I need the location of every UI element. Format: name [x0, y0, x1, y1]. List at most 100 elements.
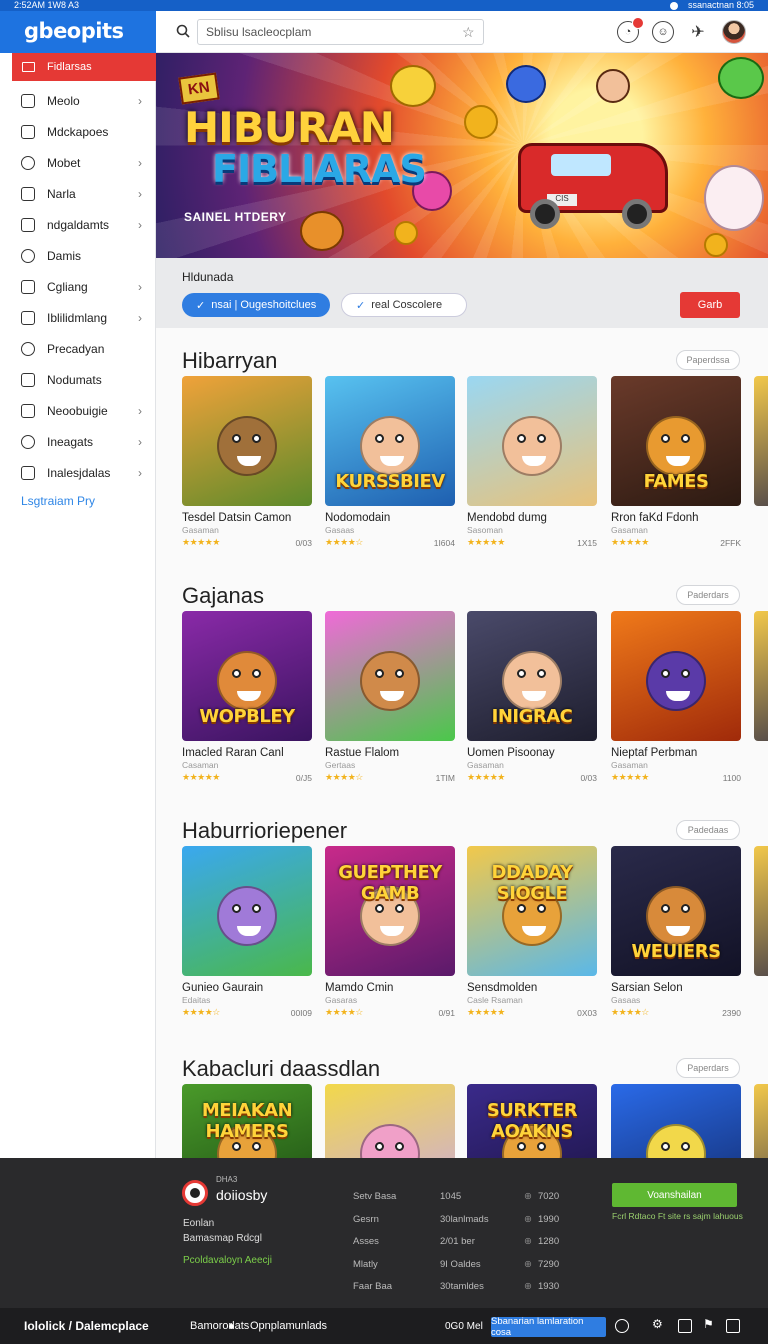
- bottom-link-2[interactable]: Opnplamunlads: [250, 1320, 327, 1332]
- sidebar-item[interactable]: Nodumats: [0, 364, 156, 395]
- game-card-partial[interactable]: [754, 611, 768, 741]
- game-thumbnail[interactable]: [325, 1084, 455, 1158]
- sidebar-item[interactable]: Ineagats ›: [0, 426, 156, 457]
- notifications-icon[interactable]: ◔: [617, 17, 644, 43]
- brand-logo[interactable]: gbeopits: [0, 11, 156, 53]
- sidebar-link[interactable]: Lsgtraiam Pry: [0, 494, 156, 508]
- game-card[interactable]: Gunieo Gaurain Edaitas ★★★★☆ 00I09: [182, 846, 312, 1018]
- section-more-button[interactable]: Paperdars: [676, 1058, 740, 1078]
- footer-column-3: ⊕ 7020 ⊕ 1990 ⊕ 1280 ⊕ 7290 ⊕ 1930: [524, 1186, 559, 1299]
- filter-chip-secondary[interactable]: ✓ real Coscolere: [341, 293, 467, 317]
- bottom-action-button[interactable]: Sbanarian lamlaration cosa: [491, 1316, 606, 1338]
- game-thumbnail[interactable]: [182, 846, 312, 976]
- search-input[interactable]: Sblisu lsacleocplam: [197, 19, 484, 45]
- game-section: Haburrioriepener Padedaas Gunieo Gaurain Ed…: [156, 818, 768, 1028]
- game-card[interactable]: Rastue Flalom Gertaas ★★★★☆ 1TIM: [325, 611, 455, 783]
- game-card[interactable]: SURKTER AOAKNS: [467, 1084, 597, 1158]
- bottom-link-1[interactable]: Bamororlats: [190, 1320, 249, 1332]
- game-card[interactable]: KURSSBIEV Nodomodain Gasaas ★★★★☆ 1I604: [325, 376, 455, 548]
- game-card-partial[interactable]: [754, 1084, 768, 1158]
- game-card[interactable]: HAPATIS: [611, 1084, 741, 1158]
- emoji-icon[interactable]: ☺: [652, 21, 674, 43]
- game-thumbnail[interactable]: [325, 611, 455, 741]
- top-bar: Sblisu lsacleocplam ☆ ◔ ☺ ✈: [156, 11, 768, 53]
- footer-col1-item[interactable]: Asses: [353, 1236, 379, 1247]
- search-icon[interactable]: [176, 24, 190, 38]
- rating-row: ★★★★★ 2FFK: [611, 537, 741, 548]
- sidebar-item[interactable]: ndgaldamts ›: [0, 209, 156, 240]
- footer-line-2[interactable]: Bamasmap Rdcgl: [183, 1233, 262, 1244]
- character-eye: [537, 669, 546, 678]
- footer-column-1: Setv Basa Gesrn Asses Mlatly Faar Baa: [353, 1186, 396, 1299]
- sidebar-item[interactable]: Damis: [0, 240, 156, 271]
- footer-col1-item[interactable]: Mlatly: [353, 1259, 378, 1270]
- settings-icon[interactable]: ⚙: [652, 1317, 666, 1331]
- sidebar-item[interactable]: Precadyan: [0, 333, 156, 364]
- game-thumbnail[interactable]: [467, 376, 597, 506]
- sidebar-item[interactable]: Narla ›: [0, 178, 156, 209]
- sidebar-item-active[interactable]: Fidlarsas: [12, 53, 156, 81]
- fullscreen-icon[interactable]: [726, 1319, 740, 1333]
- game-thumbnail[interactable]: [754, 846, 768, 976]
- game-thumbnail[interactable]: SURKTER AOAKNS: [467, 1084, 597, 1158]
- sidebar-item[interactable]: Meolo ›: [0, 85, 156, 116]
- share-icon[interactable]: ✈: [687, 21, 709, 43]
- game-thumbnail[interactable]: [182, 376, 312, 506]
- game-card[interactable]: Nieptaf Perbman Gasaman ★★★★★ 1100: [611, 611, 741, 783]
- game-card[interactable]: DDADAY SIOGLE Sensdmolden Casle Rsaman ★★★★…: [467, 846, 597, 1018]
- game-thumbnail[interactable]: HAPATIS: [611, 1084, 741, 1158]
- thumbnail-title: GUEPTHEY GAMB: [338, 862, 442, 904]
- filter-chip-primary[interactable]: ✓ nsai | Ougeshoitclues: [182, 293, 330, 317]
- sidebar-item[interactable]: Neoobuigie ›: [0, 395, 156, 426]
- sidebar-item[interactable]: Inalesjdalas ›: [0, 457, 156, 488]
- game-card[interactable]: Tesdel Datsin Camon Gasaman ★★★★★ 0/03: [182, 376, 312, 548]
- game-thumbnail[interactable]: [754, 1084, 768, 1158]
- game-thumbnail[interactable]: [754, 611, 768, 741]
- footer-logo[interactable]: DHA3 doiiosby: [182, 1175, 267, 1206]
- game-card[interactable]: WOPBLEY Imacled Raran Canl Casaman ★★★★★ 0/J…: [182, 611, 312, 783]
- game-thumbnail[interactable]: WOPBLEY: [182, 611, 312, 741]
- hero-banner[interactable]: CIS KN HIBURAN FIBLIARAS SAINEL HTDERY: [156, 53, 768, 258]
- footer-cta-button[interactable]: Voanshailan: [612, 1183, 737, 1207]
- sidebar-item[interactable]: Iblilidmlang ›: [0, 302, 156, 333]
- filter-apply-button[interactable]: Garb: [680, 292, 740, 318]
- section-more-button[interactable]: Paderdars: [676, 585, 740, 605]
- game-card-partial[interactable]: [754, 376, 768, 506]
- footer-col1-item[interactable]: Faar Baa: [353, 1281, 392, 1292]
- game-card[interactable]: MEIAKAN HAMERS: [182, 1084, 312, 1158]
- game-card-partial[interactable]: [754, 846, 768, 976]
- footer-line-3[interactable]: Pcoldavaloyn Aeecji: [183, 1255, 272, 1266]
- section-more-button[interactable]: Padedaas: [676, 820, 740, 840]
- game-thumbnail[interactable]: FAMES: [611, 376, 741, 506]
- footer-col1-item[interactable]: Setv Basa: [353, 1191, 396, 1202]
- game-thumbnail[interactable]: WEUIERS: [611, 846, 741, 976]
- character-eye: [661, 904, 670, 913]
- game-thumbnail[interactable]: [754, 376, 768, 506]
- flag-icon[interactable]: ⚑: [703, 1317, 717, 1331]
- sidebar-item[interactable]: Mobet ›: [0, 147, 156, 178]
- avatar[interactable]: [722, 20, 746, 44]
- game-thumbnail[interactable]: GUEPTHEY GAMB: [325, 846, 455, 976]
- section-title: Gajanas: [182, 583, 264, 608]
- favorite-star-icon[interactable]: ☆: [462, 24, 475, 41]
- game-thumbnail[interactable]: MEIAKAN HAMERS: [182, 1084, 312, 1158]
- game-card[interactable]: Mendobd dumg Sasoman ★★★★★ 1X15: [467, 376, 597, 548]
- rating-count: 1X15: [577, 537, 597, 548]
- section-more-button[interactable]: Paperdssa: [676, 350, 740, 370]
- game-thumbnail[interactable]: DDADAY SIOGLE: [467, 846, 597, 976]
- game-card[interactable]: GUEPTHEY GAMB Mamdo Cmin Gasaras ★★★★☆ 0/91: [325, 846, 455, 1018]
- game-thumbnail[interactable]: INIGRAC: [467, 611, 597, 741]
- footer-col1-item[interactable]: Gesrn: [353, 1214, 379, 1225]
- sidebar-item-label: Mdckapoes: [47, 124, 109, 139]
- game-card[interactable]: [325, 1084, 455, 1158]
- window-icon[interactable]: [678, 1319, 692, 1333]
- game-card[interactable]: WEUIERS Sarsian Selon Gasaas ★★★★☆ 2390: [611, 846, 741, 1018]
- game-card[interactable]: FAMES Rron faKd Fdonh Gasaman ★★★★★ 2FFK: [611, 376, 741, 548]
- game-card[interactable]: INIGRAC Uomen Pisoonay Gasaman ★★★★★ 0/03: [467, 611, 597, 783]
- breadcrumb[interactable]: Iololick / Dalemcplace: [24, 1319, 149, 1333]
- zoom-icon[interactable]: [615, 1319, 629, 1333]
- sidebar-item[interactable]: Mdckapoes: [0, 116, 156, 147]
- sidebar-item[interactable]: Cgliang ›: [0, 271, 156, 302]
- game-thumbnail[interactable]: KURSSBIEV: [325, 376, 455, 506]
- game-thumbnail[interactable]: [611, 611, 741, 741]
